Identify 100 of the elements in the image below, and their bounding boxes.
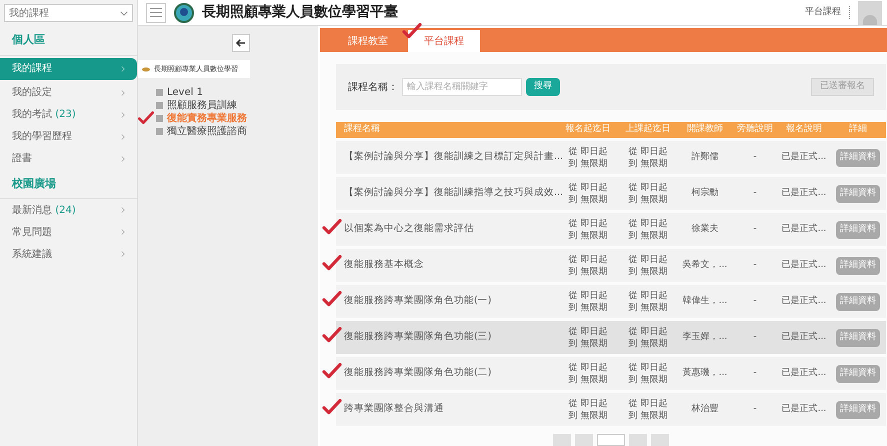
signup-period-line: 到 無限期 — [568, 410, 608, 422]
signup-period-line: 從 即日起 — [568, 290, 608, 302]
class-period-line: 到 無限期 — [628, 158, 668, 170]
tree-item[interactable]: 獨立醫療照護諮商 — [167, 126, 247, 136]
sidebar-item[interactable]: 我的學習歷程 — [0, 126, 137, 148]
chevron-right-icon — [121, 229, 125, 235]
sidebar-item[interactable]: 常見問題 — [0, 221, 137, 243]
audit-note: - — [752, 330, 758, 344]
tab[interactable]: 平台課程 — [408, 30, 480, 52]
sidebar-item[interactable]: 我的考試 (23) — [0, 104, 137, 126]
signup-period-line: 從 即日起 — [568, 326, 608, 338]
teacher-name: 柯宗勳 — [690, 186, 720, 200]
class-period-line: 從 即日起 — [628, 398, 668, 410]
teacher-name: 吳希文，... — [682, 258, 728, 272]
details-button[interactable]: 詳細資料 — [836, 148, 880, 166]
audit-note: - — [752, 294, 758, 308]
course-name: 復能服務跨專業團隊角色功能(三) — [343, 330, 492, 344]
column-header: 報名說明 — [785, 123, 823, 136]
previous-page-button[interactable] — [575, 434, 593, 446]
avatar-icon[interactable] — [858, 0, 882, 24]
class-period-line: 到 無限期 — [628, 266, 668, 278]
audit-note: - — [752, 366, 758, 380]
details-button[interactable]: 詳細資料 — [836, 256, 880, 274]
chevron-right-icon — [121, 156, 125, 162]
class-period-line: 從 即日起 — [628, 218, 668, 230]
column-header: 開課教師 — [686, 123, 724, 136]
audit-note: - — [752, 258, 758, 272]
details-button[interactable]: 詳細資料 — [836, 292, 880, 310]
signup-status: 已是正式... — [780, 294, 828, 308]
menu-button[interactable] — [146, 2, 166, 22]
section-title: 校園廣場 — [0, 170, 137, 199]
search-button[interactable]: 搜尋 — [526, 78, 560, 96]
sidebar-item[interactable]: 我的課程 — [0, 58, 137, 80]
audit-note: - — [752, 150, 758, 164]
class-period-line: 從 即日起 — [628, 254, 668, 266]
platform-courses-link[interactable]: 平台課程 — [805, 6, 850, 20]
arrow-left-icon — [236, 39, 246, 47]
chevron-right-icon — [121, 112, 125, 118]
details-button[interactable]: 詳細資料 — [836, 364, 880, 382]
signup-period-line: 從 即日起 — [568, 146, 608, 158]
sidebar-item[interactable]: 證書 — [0, 148, 137, 170]
last-page-button[interactable] — [651, 434, 669, 446]
tree-item[interactable]: 復能實務專業服務 — [167, 114, 247, 124]
chevron-right-icon — [121, 207, 125, 213]
node-square-icon — [156, 115, 163, 122]
teacher-name: 林治豐 — [690, 402, 720, 416]
signup-period-line: 從 即日起 — [568, 398, 608, 410]
node-square-icon — [156, 102, 163, 109]
chevron-right-icon — [121, 134, 125, 140]
signup-status: 已是正式... — [780, 402, 828, 416]
teacher-name: 徐業夫 — [690, 222, 720, 236]
signup-period-line: 從 即日起 — [568, 182, 608, 194]
signup-period-line: 到 無限期 — [568, 158, 608, 170]
first-page-button[interactable] — [553, 434, 571, 446]
course-dropdown[interactable]: 我的課程 — [4, 4, 133, 22]
audit-note: - — [752, 186, 758, 200]
column-header: 報名起迄日 — [564, 123, 612, 136]
sidebar-item[interactable]: 最新消息 (24) — [0, 199, 137, 221]
signup-period-line: 到 無限期 — [568, 230, 608, 242]
audit-note: - — [752, 222, 758, 236]
details-button[interactable]: 詳細資料 — [836, 184, 880, 202]
details-button[interactable]: 詳細資料 — [836, 220, 880, 238]
details-button[interactable]: 詳細資料 — [836, 328, 880, 346]
tree-item[interactable]: Level 1 — [167, 88, 203, 98]
chevron-right-icon — [121, 90, 125, 96]
sidebar-item[interactable]: 系統建議 — [0, 243, 137, 265]
signup-period-line: 從 即日起 — [568, 362, 608, 374]
course-name: 跨專業團隊整合與溝通 — [343, 402, 445, 416]
course-name: 復能服務跨專業團隊角色功能(二) — [343, 366, 492, 380]
class-period-line: 從 即日起 — [628, 290, 668, 302]
node-square-icon — [156, 89, 163, 96]
class-period-line: 到 無限期 — [628, 194, 668, 206]
search-field[interactable]: 輸入課程名稱關鍵字 — [402, 78, 522, 96]
signup-period-line: 到 無限期 — [568, 302, 608, 314]
search-label: 課程名稱： — [348, 80, 398, 94]
audit-note: - — [752, 402, 758, 416]
page-input[interactable] — [597, 434, 625, 446]
class-period-line: 到 無限期 — [628, 338, 668, 350]
tab[interactable]: 課程教室 — [332, 30, 404, 52]
class-period-line: 到 無限期 — [628, 410, 668, 422]
details-button[interactable]: 詳細資料 — [836, 400, 880, 418]
class-period-line: 從 即日起 — [628, 146, 668, 158]
sidebar-item[interactable]: 我的設定 — [0, 82, 137, 104]
leaf-icon — [142, 66, 150, 72]
submitted-signup-button[interactable]: 已送審報名 — [811, 78, 874, 96]
course-name: 復能服務跨專業團隊角色功能(一) — [343, 294, 492, 308]
chevron-down-icon — [120, 10, 128, 16]
class-period-line: 從 即日起 — [628, 362, 668, 374]
signup-status: 已是正式... — [780, 150, 828, 164]
teacher-name: 李玉嬋，... — [682, 330, 728, 344]
signup-status: 已是正式... — [780, 366, 828, 380]
tree-item[interactable]: 照顧服務員訓練 — [167, 100, 237, 110]
signup-period-line: 到 無限期 — [568, 266, 608, 278]
node-square-icon — [156, 128, 163, 135]
back-arrow-button[interactable] — [232, 34, 250, 52]
course-name: 復能服務基本概念 — [343, 258, 425, 272]
next-page-button[interactable] — [629, 434, 647, 446]
signup-status: 已是正式... — [780, 258, 828, 272]
column-header: 詳細 — [848, 123, 868, 136]
class-period-line: 從 即日起 — [628, 182, 668, 194]
